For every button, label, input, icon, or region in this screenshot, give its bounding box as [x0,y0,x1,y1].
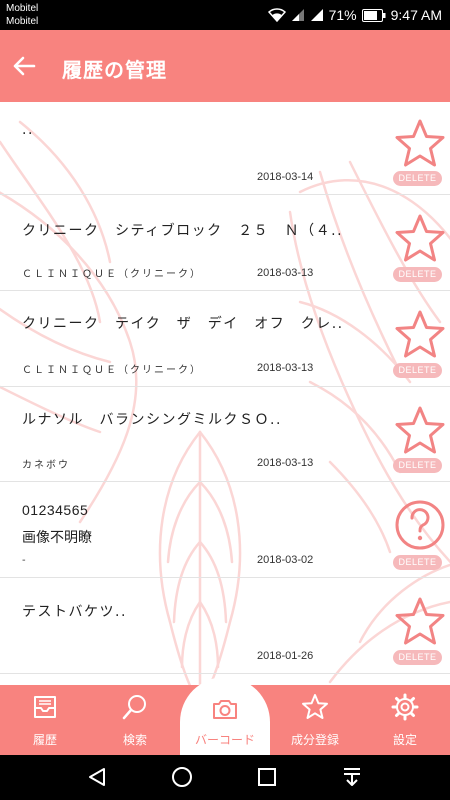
star-outline-icon[interactable] [393,213,447,265]
nav-history[interactable]: 履歴 [0,685,90,755]
page-title: 履歴の管理 [62,58,167,82]
scan-date: 2018-03-14 [257,171,314,183]
app-bar: 履歴の管理 [0,30,450,102]
scan-date: 2018-03-02 [257,554,314,566]
star-outline-icon[interactable] [393,596,447,648]
delete-button[interactable]: DELETE [393,267,442,282]
carrier-name-secondary: Mobitel [6,16,39,27]
star-outline-icon[interactable] [393,118,447,170]
history-row[interactable]: クリニーク シティブロック ２５ Ｎ（４.. ＣＬＩＮＩＱＵＥ（クリニーク） 2… [0,195,450,291]
star-icon [302,694,328,719]
nav-label: バーコード [194,733,255,747]
carrier-name: Mobitel [6,3,39,14]
nav-search[interactable]: 検索 [90,685,180,755]
product-name: クリニーク シティブロック ２５ Ｎ（４.. [22,223,344,239]
delete-button[interactable]: DELETE [393,171,442,186]
back-triangle-icon[interactable] [86,766,108,788]
arrow-left-icon[interactable] [10,52,38,80]
history-row[interactable]: 01234565 画像不明瞭 - 2018-03-02 DELETE [0,482,450,578]
history-row[interactable]: .. 2018-03-14 DELETE [0,102,450,195]
nav-label: 検索 [122,733,147,747]
history-row[interactable]: ルナソル バランシングミルクＳＯ.. カネボウ 2018-03-13 DELET… [0,387,450,482]
scan-date: 2018-03-13 [257,457,314,469]
scan-date: 2018-03-13 [257,362,314,374]
nav-label: 履歴 [32,733,57,747]
brand-name: ＣＬＩＮＩＱＵＥ（クリニーク） [22,365,202,376]
product-name: クリニーク テイク ザ デイ オフ クレ.. [22,316,344,332]
history-row[interactable]: クリニーク テイク ザ デイ オフ クレ.. ＣＬＩＮＩＱＵＥ（クリニーク） 2… [0,291,450,387]
nav-barcode[interactable]: バーコード [180,685,270,755]
camera-icon [213,700,237,719]
signal-icon [291,9,304,21]
battery-percent: 71% [328,7,357,23]
wifi-icon [267,8,286,22]
star-outline-icon[interactable] [393,309,447,361]
delete-button[interactable]: DELETE [393,363,442,378]
inbox-tray-icon [34,696,56,718]
notification-pull-icon[interactable] [341,766,363,788]
question-circle-icon[interactable] [393,499,447,551]
delete-button[interactable]: DELETE [393,650,442,665]
brand-name: カネボウ [22,460,70,471]
nav-ingredient-register[interactable]: 成分登録 [270,685,360,755]
system-nav-bar [0,755,450,800]
delete-button[interactable]: DELETE [393,555,442,570]
product-name: テストバケツ.. [22,604,127,620]
nav-label: 成分登録 [290,733,339,747]
history-row[interactable]: テストバケツ.. 2018-01-26 DELETE [0,578,450,674]
nav-settings[interactable]: 設定 [360,685,450,755]
search-icon [122,695,146,720]
scan-date: 2018-01-26 [257,650,314,662]
product-name: ルナソル バランシングミルクＳＯ.. [22,412,282,428]
gear-icon [391,693,419,721]
screen: Mobitel Mobitel 71% 9:47 AM 履歴の管理 .. 201… [0,0,450,800]
status-bar: Mobitel Mobitel 71% 9:47 AM [0,0,450,30]
home-circle-icon[interactable] [171,766,193,788]
recents-square-icon[interactable] [256,766,278,788]
history-list[interactable]: .. 2018-03-14 DELETE クリニーク シティブロック ２５ Ｎ（… [0,102,450,685]
brand-name: ＣＬＩＮＩＱＵＥ（クリニーク） [22,269,202,280]
product-name: 01234565 [22,502,89,518]
bottom-nav: 履歴 検索 バーコード 成分登録 設定 [0,677,450,755]
delete-button[interactable]: DELETE [393,458,442,473]
scan-date: 2018-03-13 [257,267,314,279]
brand-name: - [22,555,28,566]
signal-icon-2 [310,9,323,21]
clock: 9:47 AM [390,7,442,23]
nav-label: 設定 [392,733,417,747]
product-status: 画像不明瞭 [22,530,92,546]
product-name: .. [22,122,34,138]
battery-icon [361,8,386,22]
star-outline-icon[interactable] [393,405,447,457]
status-icons: 71% 9:47 AM [267,0,442,30]
